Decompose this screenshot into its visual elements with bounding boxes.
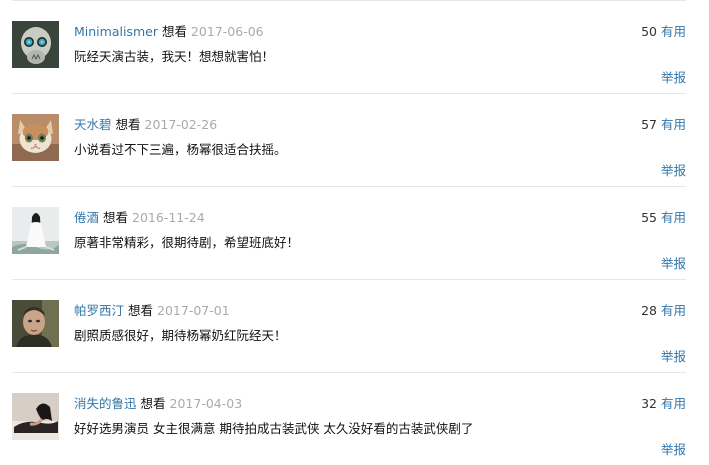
useful-button[interactable]: 有用 — [661, 117, 686, 132]
username-link[interactable]: 消失的鲁迅 — [74, 396, 137, 411]
divider — [12, 0, 686, 1]
vote-area: 55 有用 — [641, 209, 686, 227]
vote-area: 50 有用 — [641, 23, 686, 41]
watch-status: 想看 — [103, 210, 129, 225]
man-portrait-avatar[interactable] — [12, 300, 59, 347]
comment-date: 2017-02-26 — [144, 117, 218, 132]
vote-count: 28 — [641, 303, 657, 318]
report-link[interactable]: 举报 — [661, 162, 686, 180]
divider — [12, 279, 686, 280]
vote-count: 57 — [641, 117, 657, 132]
comment-date: 2017-04-03 — [169, 396, 243, 411]
ink-painting-figure-avatar[interactable] — [12, 207, 59, 254]
report-link[interactable]: 举报 — [661, 441, 686, 459]
username-link[interactable]: 帕罗西汀 — [74, 303, 124, 318]
useful-button[interactable]: 有用 — [661, 396, 686, 411]
watch-status: 想看 — [128, 303, 154, 318]
divider — [12, 372, 686, 373]
comment-date: 2016-11-24 — [132, 210, 205, 225]
comment-header: 天水碧 想看 2017-02-26 — [74, 116, 217, 134]
skull-with-roses-avatar[interactable] — [12, 21, 59, 68]
comment-text: 阮经天演古装，我天！想想就害怕！ — [74, 49, 275, 64]
username-link[interactable]: 倦酒 — [74, 210, 99, 225]
vote-area: 28 有用 — [641, 302, 686, 320]
vote-count: 32 — [641, 396, 657, 411]
comment-item: 倦酒 想看 2016-11-24 55 有用 原著非常精彩，很期待剧，希望班底好！ 举… — [0, 186, 709, 279]
report-link[interactable]: 举报 — [661, 255, 686, 273]
username-link[interactable]: Minimalismer — [74, 24, 158, 39]
watch-status: 想看 — [161, 24, 187, 39]
reclining-woman-avatar[interactable] — [12, 393, 59, 440]
vote-count: 55 — [641, 210, 657, 225]
username-link[interactable]: 天水碧 — [74, 117, 112, 132]
useful-button[interactable]: 有用 — [661, 210, 686, 225]
comment-text: 小说看过不下三遍，杨幂很适合扶摇。 — [74, 142, 287, 157]
vote-area: 57 有用 — [641, 116, 686, 134]
comment-text: 剧照质感很好，期待杨幂奶红阮经天！ — [74, 328, 287, 343]
comment-date: 2017-06-06 — [190, 24, 264, 39]
useful-button[interactable]: 有用 — [661, 24, 686, 39]
watch-status: 想看 — [115, 117, 141, 132]
divider — [12, 186, 686, 187]
report-link[interactable]: 举报 — [661, 348, 686, 366]
comment-item: 帕罗西汀 想看 2017-07-01 28 有用 剧照质感很好，期待杨幂奶红阮经天！ … — [0, 279, 709, 372]
useful-button[interactable]: 有用 — [661, 303, 686, 318]
comment-header: 帕罗西汀 想看 2017-07-01 — [74, 302, 230, 320]
vote-area: 32 有用 — [641, 395, 686, 413]
comment-header: 倦酒 想看 2016-11-24 — [74, 209, 205, 227]
comment-item: 消失的鲁迅 想看 2017-04-03 32 有用 好好选男演员 女主很满意 期待拍成… — [0, 372, 709, 465]
comment-item: 天水碧 想看 2017-02-26 57 有用 小说看过不下三遍，杨幂很适合扶摇。 举… — [0, 93, 709, 186]
comment-text: 好好选男演员 女主很满意 期待拍成古装武侠 太久没好看的古装武侠剧了 — [74, 421, 474, 436]
watch-status: 想看 — [140, 396, 166, 411]
comment-text: 原著非常精彩，很期待剧，希望班底好！ — [74, 235, 300, 250]
divider — [12, 93, 686, 94]
comment-header: 消失的鲁迅 想看 2017-04-03 — [74, 395, 242, 413]
comment-item: Minimalismer 想看 2017-06-06 50 有用 阮经天演古装，我天！… — [0, 0, 709, 93]
kitten-avatar[interactable] — [12, 114, 59, 161]
vote-count: 50 — [641, 24, 657, 39]
comment-header: Minimalismer 想看 2017-06-06 — [74, 23, 264, 41]
comment-date: 2017-07-01 — [157, 303, 230, 318]
report-link[interactable]: 举报 — [661, 69, 686, 87]
